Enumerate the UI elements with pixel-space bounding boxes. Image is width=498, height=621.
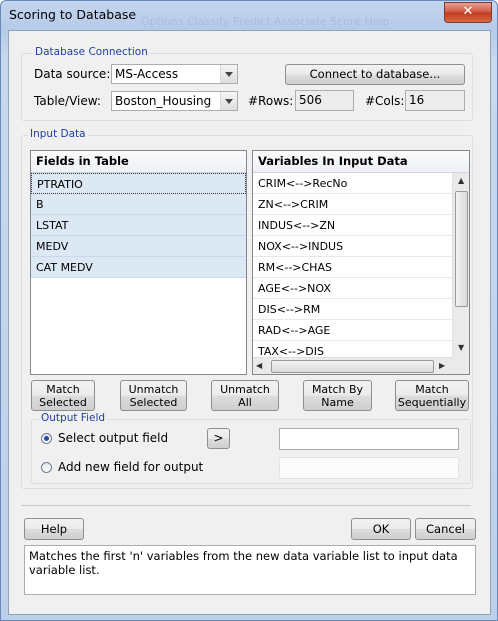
list-item[interactable]: B (31, 194, 246, 215)
chevron-down-icon[interactable] (220, 92, 237, 110)
vertical-scrollbar[interactable]: ▲ ▼ (452, 173, 469, 357)
select-output-radio[interactable] (41, 433, 52, 444)
data-source-value: MS-Access (115, 67, 179, 81)
add-new-field-label: Add new field for output (58, 460, 204, 474)
data-source-select[interactable]: MS-Access (111, 64, 238, 84)
select-output-button[interactable]: > (207, 428, 230, 449)
help-button[interactable]: Help (24, 518, 84, 540)
data-source-label: Data source: (34, 67, 111, 81)
cancel-button[interactable]: Cancel (415, 518, 476, 540)
button-label: Match By (311, 382, 364, 396)
list-item[interactable]: LSTAT (31, 215, 246, 236)
table-view-value: Boston_Housing (115, 94, 212, 108)
unmatch-selected-button[interactable]: Unmatch Selected (120, 380, 187, 411)
variables-header[interactable]: Variables In Input Data (253, 151, 452, 173)
list-item[interactable]: CRIM<-->RecNo (253, 173, 452, 194)
close-button[interactable]: ✕ (444, 2, 492, 23)
variables-in-input-list[interactable]: Variables In Input Data CRIM<-->RecNo ZN… (252, 150, 470, 375)
unmatch-all-button[interactable]: Unmatch All (211, 380, 279, 411)
table-view-select[interactable]: Boston_Housing (111, 91, 238, 111)
list-item[interactable]: PTRATIO (31, 173, 246, 194)
fields-header[interactable]: Fields in Table (31, 151, 246, 173)
chevron-down-icon[interactable] (220, 65, 237, 83)
button-label: Match (415, 382, 449, 396)
scroll-corner (452, 357, 469, 374)
button-label: Selected (129, 395, 178, 409)
window-title: Scoring to Database (9, 7, 137, 22)
button-label: Selected (39, 395, 87, 409)
ok-button[interactable]: OK (351, 518, 411, 540)
button-label: Match (46, 382, 80, 396)
list-item[interactable]: RM<-->CHAS (253, 257, 452, 278)
rows-value: 506 (295, 90, 354, 111)
dialog-window: Scoring to Database Options Classify Pre… (0, 0, 498, 621)
button-label: Name (321, 395, 354, 409)
list-item[interactable]: ZN<-->CRIM (253, 194, 452, 215)
horizontal-scrollbar[interactable]: ◀ ▶ (253, 357, 452, 374)
output-field-input[interactable] (279, 428, 459, 450)
db-connection-legend: Database Connection (33, 46, 150, 58)
background-menu-ghost: Options Classify Predict Associate Score… (141, 15, 390, 28)
cols-label: #Cols: (365, 94, 405, 108)
new-field-input[interactable] (279, 457, 459, 479)
list-item[interactable]: MEDV (31, 236, 246, 257)
header-spacer (452, 151, 469, 173)
button-label: Unmatch (128, 382, 179, 396)
list-item[interactable]: CAT MEDV (31, 257, 246, 278)
table-view-label: Table/View: (34, 94, 101, 108)
fields-in-table-list[interactable]: Fields in Table PTRATIO B LSTAT MEDV CAT… (30, 150, 247, 375)
list-item[interactable]: AGE<-->NOX (253, 278, 452, 299)
cols-value: 16 (405, 90, 465, 111)
button-label: Unmatch (220, 382, 270, 396)
status-description: Matches the first 'n' variables from the… (24, 545, 476, 595)
scroll-down-icon[interactable]: ▼ (458, 343, 464, 352)
scroll-up-icon[interactable]: ▲ (458, 176, 464, 185)
select-output-label: Select output field (58, 431, 169, 445)
list-item[interactable]: INDUS<-->ZN (253, 215, 452, 236)
output-field-legend: Output Field (39, 412, 108, 424)
list-item[interactable]: NOX<-->INDUS (253, 236, 452, 257)
rows-label: #Rows: (248, 94, 294, 108)
horizontal-scroll-thumb[interactable] (271, 360, 434, 373)
connect-database-button[interactable]: Connect to database... (285, 64, 465, 85)
vertical-scroll-thumb[interactable] (455, 191, 468, 307)
button-label: All (238, 395, 252, 409)
footer-divider (21, 505, 471, 506)
list-item[interactable]: RAD<-->AGE (253, 320, 452, 341)
scroll-left-icon[interactable]: ◀ (256, 361, 262, 370)
match-selected-button[interactable]: Match Selected (31, 380, 95, 411)
dialog-client: Database Connection Data source: MS-Acce… (8, 30, 491, 615)
match-by-name-button[interactable]: Match By Name (303, 380, 372, 411)
add-new-field-radio[interactable] (41, 462, 52, 473)
scroll-right-icon[interactable]: ▶ (439, 361, 445, 370)
match-sequentially-button[interactable]: Match Sequentially (395, 380, 469, 411)
button-label: Sequentially (397, 395, 467, 409)
list-item[interactable]: DIS<-->RM (253, 299, 452, 320)
input-data-legend: Input Data (28, 128, 88, 140)
title-bar[interactable]: Scoring to Database Options Classify Pre… (1, 1, 497, 29)
